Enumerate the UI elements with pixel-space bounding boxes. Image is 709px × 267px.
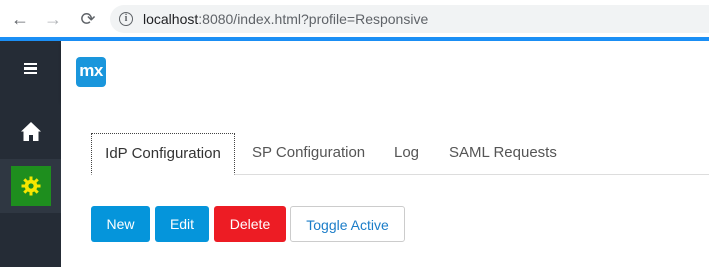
url-path: :8080/index.html?profile=Responsive: [198, 11, 429, 27]
new-button[interactable]: New: [91, 206, 150, 242]
app-header: mx: [61, 41, 709, 101]
tab-bar: IdP Configuration SP Configuration Log S…: [91, 133, 709, 175]
url-text[interactable]: localhost:8080/index.html?profile=Respon…: [143, 11, 428, 27]
back-arrow-icon[interactable]: ←: [10, 9, 30, 29]
main-content: IdP Configuration SP Configuration Log S…: [61, 101, 709, 267]
settings-tile: [10, 166, 51, 206]
url-host: localhost: [143, 11, 199, 27]
tab-sp-configuration[interactable]: SP Configuration: [252, 133, 365, 173]
sidebar: [0, 41, 61, 267]
hamburger-menu-icon: [24, 62, 37, 74]
sidebar-item-settings[interactable]: [0, 159, 61, 213]
gear-icon: [21, 176, 40, 196]
forward-arrow-icon[interactable]: →: [43, 9, 63, 29]
home-icon: [20, 121, 41, 141]
info-icon[interactable]: i: [119, 12, 133, 26]
tab-saml-requests[interactable]: SAML Requests: [449, 133, 557, 173]
reload-icon[interactable]: ⟳: [78, 9, 98, 29]
edit-button[interactable]: Edit: [155, 206, 209, 242]
sidebar-menu-toggle[interactable]: [0, 51, 61, 85]
mendix-logo[interactable]: mx: [76, 57, 106, 87]
delete-button[interactable]: Delete: [214, 206, 286, 242]
sidebar-item-home[interactable]: [0, 111, 61, 151]
tab-log[interactable]: Log: [394, 133, 419, 173]
address-bar[interactable]: i localhost:8080/index.html?profile=Resp…: [110, 5, 709, 33]
toggle-active-button[interactable]: Toggle Active: [290, 206, 405, 242]
tab-idp-configuration[interactable]: IdP Configuration: [91, 133, 235, 175]
browser-toolbar: ← → ⟳ i localhost:8080/index.html?profil…: [0, 0, 709, 37]
